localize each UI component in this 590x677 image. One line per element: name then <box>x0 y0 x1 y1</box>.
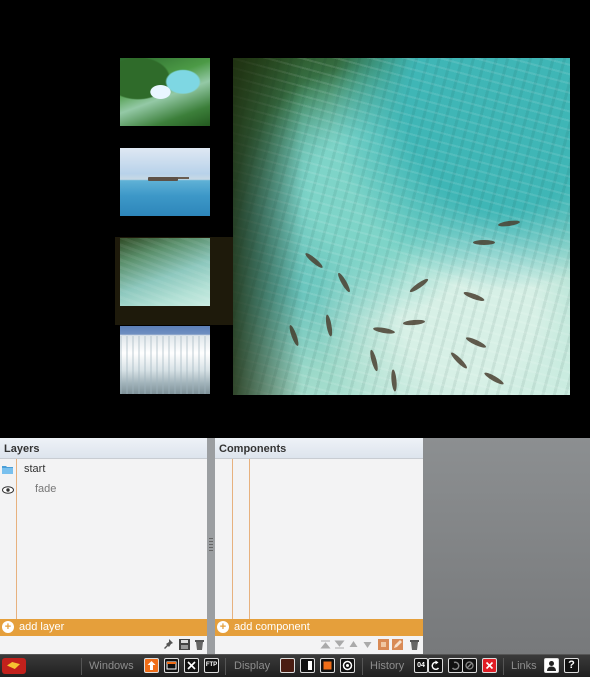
stage-canvas <box>0 0 590 438</box>
trash-icon[interactable] <box>409 639 420 650</box>
undo-icon[interactable] <box>428 658 443 673</box>
window-layout-icon[interactable] <box>164 658 179 673</box>
history-count: 04 <box>414 658 428 673</box>
windows-label: Windows <box>89 660 134 672</box>
move-down-icon[interactable] <box>362 639 373 650</box>
components-guide-1 <box>232 459 233 619</box>
move-up-icon[interactable] <box>348 639 359 650</box>
display-label: Display <box>234 660 271 672</box>
add-layer-label: add layer <box>19 621 65 633</box>
add-component-label: add component <box>234 621 310 633</box>
toolbar-separator <box>503 658 504 675</box>
display-mode-split-icon[interactable] <box>300 658 315 673</box>
components-panel: Components + add component <box>215 438 423 654</box>
pin-icon[interactable] <box>164 639 175 650</box>
save-icon[interactable] <box>179 639 190 650</box>
components-footer <box>215 636 423 654</box>
thumbnail-fish-water[interactable] <box>120 238 210 306</box>
components-panel-title: Components <box>215 438 423 459</box>
history-label: History <box>370 660 405 672</box>
eye-icon[interactable] <box>2 486 14 494</box>
layer-label: fade <box>35 483 57 495</box>
bottom-toolbar: Windows FTP Display History 04 Links ? <box>0 654 590 677</box>
toolbar-separator <box>225 658 226 675</box>
layer-item-fade[interactable]: fade <box>0 481 207 499</box>
edit-icon[interactable] <box>392 639 403 650</box>
layers-panel-title: Layers <box>0 438 207 459</box>
help-button[interactable]: ? <box>564 658 579 673</box>
thumbnail-lake-island[interactable] <box>120 58 210 126</box>
move-to-top-icon[interactable] <box>320 639 331 650</box>
close-window-icon[interactable] <box>184 658 199 673</box>
layer-item-start[interactable]: start <box>0 461 207 479</box>
add-layer-button[interactable]: + add layer <box>0 619 207 636</box>
layers-footer <box>0 636 207 654</box>
thumbnail-ocean-huts[interactable] <box>120 148 210 216</box>
links-label: Links <box>511 660 537 672</box>
trash-icon[interactable] <box>194 639 205 650</box>
move-to-bottom-icon[interactable] <box>334 639 345 650</box>
panels-area: Layers start fade + add layer Components <box>0 438 590 654</box>
display-mode-dark-icon[interactable] <box>280 658 295 673</box>
display-mode-fill-icon[interactable] <box>320 658 335 673</box>
toolbar-separator <box>362 658 363 675</box>
panel-splitter[interactable] <box>207 438 215 654</box>
folder-icon <box>2 466 13 474</box>
delete-icon[interactable] <box>482 658 497 673</box>
plus-icon: + <box>2 621 14 633</box>
redo-icon[interactable] <box>448 658 463 673</box>
layer-label: start <box>24 463 46 475</box>
user-account-icon[interactable] <box>544 658 559 673</box>
empty-workspace <box>423 438 590 654</box>
add-component-button[interactable]: + add component <box>215 619 423 636</box>
layers-panel: Layers start fade + add layer <box>0 438 207 654</box>
toolbar-separator <box>81 658 82 675</box>
main-image-preview <box>233 58 570 395</box>
duplicate-icon[interactable] <box>378 639 389 650</box>
upload-window-icon[interactable] <box>144 658 159 673</box>
clear-history-icon[interactable] <box>462 658 477 673</box>
plus-icon: + <box>217 621 229 633</box>
thumbnail-waterfall[interactable] <box>120 326 210 394</box>
app-logo-icon[interactable] <box>2 658 26 674</box>
components-guide-2 <box>249 459 250 619</box>
display-settings-icon[interactable] <box>340 658 355 673</box>
ftp-button[interactable]: FTP <box>204 658 219 673</box>
